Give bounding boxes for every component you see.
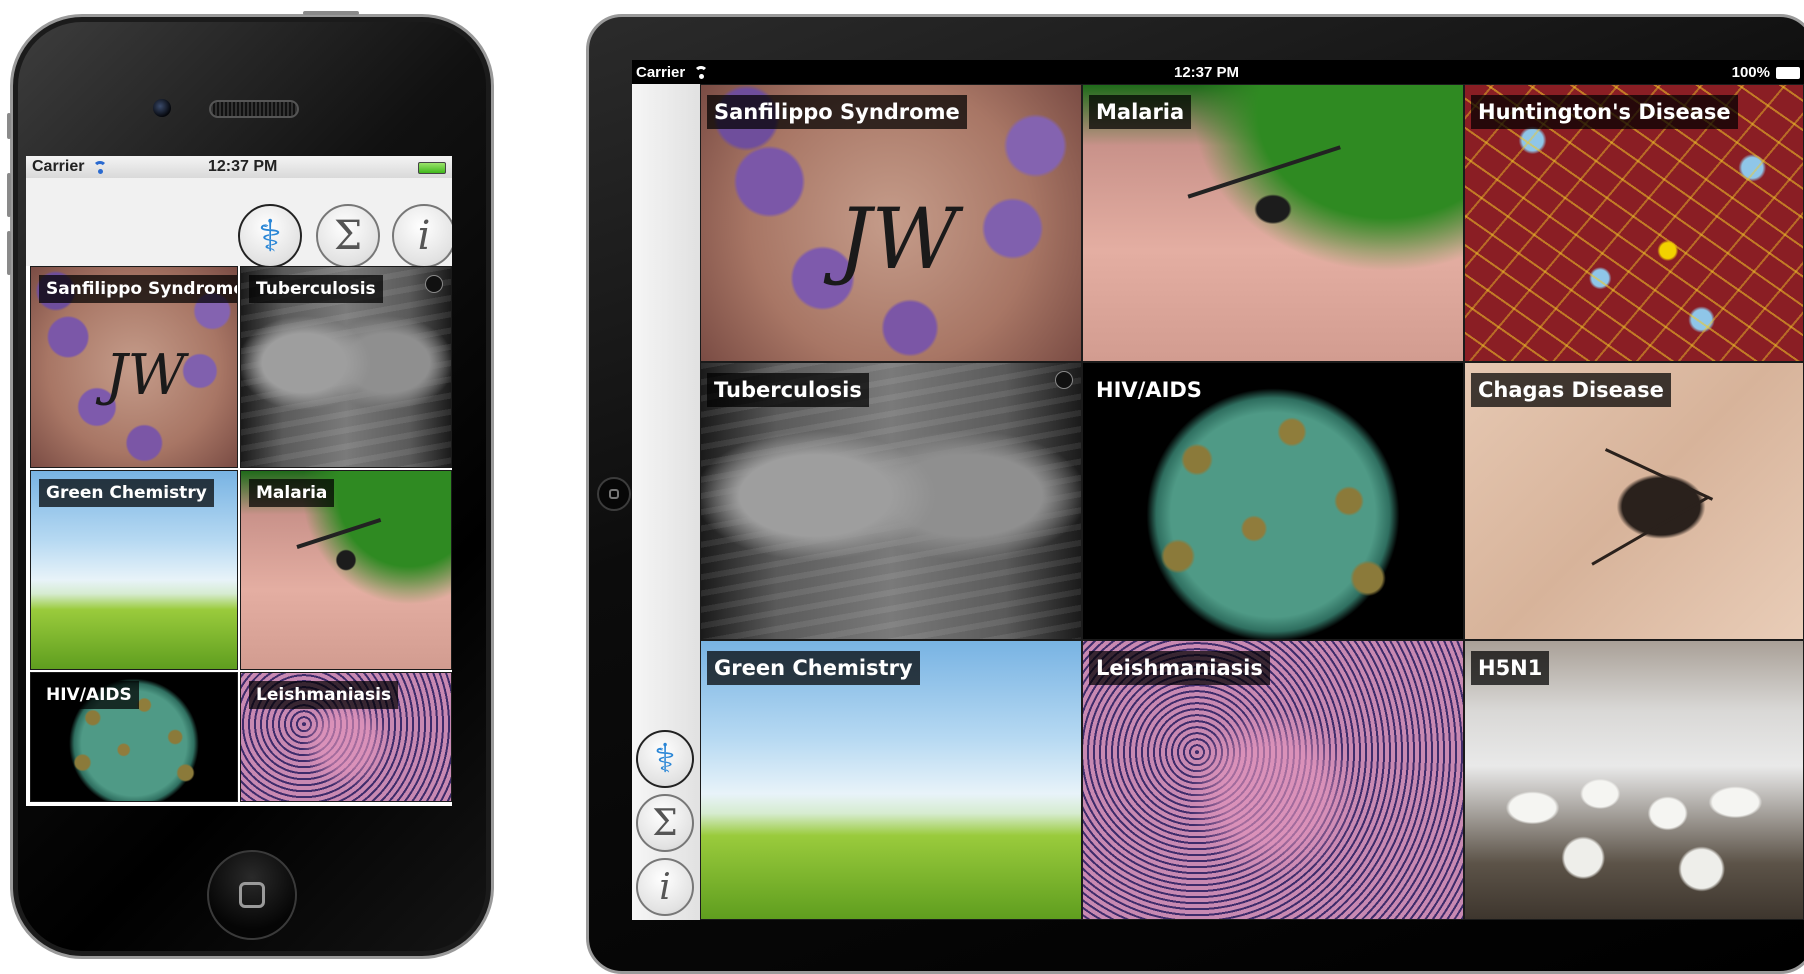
power-button [303,11,359,15]
volume-up-button [7,173,11,217]
sidebar: ⚕ Σ i [632,84,701,920]
info-icon[interactable]: i [392,204,452,268]
carrier-label: Carrier [636,63,686,81]
tile-label: HIV/AIDS [1089,373,1209,407]
bug-image [1591,494,1711,566]
home-button[interactable] [597,477,631,511]
tattoo-text: JW [105,343,186,408]
tile-label: Green Chemistry [707,651,920,685]
tile-leishmaniasis[interactable]: Leishmaniasis [240,672,452,802]
tile-label: Leishmaniasis [1089,651,1270,685]
toolbar: ⚕ Σ i [26,178,452,268]
tile-label: Green Chemistry [39,479,214,507]
mosquito-image [1187,145,1367,278]
status-bar: Carrier 12:37 PM [26,156,452,178]
battery-percent: 100% [1731,64,1770,81]
tile-malaria[interactable]: Malaria [240,470,452,670]
tile-tuberculosis[interactable]: Tuberculosis [240,266,452,468]
xray-marker-icon [425,275,443,293]
tile-label: Chagas Disease [1471,373,1671,407]
tile-chagas-disease[interactable]: Chagas Disease [1464,362,1804,640]
tile-hiv-aids[interactable]: HIV/AIDS [1082,362,1464,640]
volume-down-button [7,231,11,275]
tile-tuberculosis[interactable]: Tuberculosis [700,362,1082,640]
carrier-label: Carrier [32,158,85,175]
tile-label: Leishmaniasis [249,681,399,709]
tile-h5n1[interactable]: H5N1 [1464,640,1804,920]
medical-caduceus-icon[interactable]: ⚕ [238,204,302,268]
tile-label: Huntington's Disease [1471,95,1738,129]
status-bar: Carrier 12:37 PM 100% [632,60,1804,84]
sigma-icon[interactable]: Σ [636,794,694,852]
wifi-icon [693,64,709,80]
tattoo-text: JW [837,189,958,288]
tile-label: Tuberculosis [707,373,869,407]
mosquito-image [296,518,400,606]
tile-sanfilippo-syndrome[interactable]: JW Sanfilippo Syndrome [700,84,1082,362]
clock-label: 12:37 PM [1174,64,1240,81]
bug-image [1605,448,1714,502]
sigma-icon[interactable]: Σ [316,204,380,268]
home-button[interactable] [207,850,297,940]
tile-malaria[interactable]: Malaria [1082,84,1464,362]
earpiece-speaker [209,100,299,118]
tile-label: Sanfilippo Syndrome [39,275,237,303]
tile-leishmaniasis[interactable]: Leishmaniasis [1082,640,1464,920]
tile-label: H5N1 [1471,651,1550,685]
tile-label: HIV/AIDS [39,681,139,709]
battery-icon [1776,67,1800,79]
battery-icon [418,162,446,174]
xray-marker-icon [1055,371,1073,389]
front-camera [153,99,171,117]
tile-green-chemistry[interactable]: Green Chemistry [30,470,238,670]
info-icon[interactable]: i [636,858,694,916]
topic-grid: JW Sanfilippo Syndrome Malaria Huntingto… [700,84,1804,920]
wifi-icon [92,159,108,175]
phone-screen: Carrier 12:37 PM ⚕ Σ i JW Sanfilippo Syn… [26,156,452,806]
tile-sanfilippo-syndrome[interactable]: JW Sanfilippo Syndrome [30,266,238,468]
tile-huntingtons-disease[interactable]: Huntington's Disease [1464,84,1804,362]
medical-caduceus-icon[interactable]: ⚕ [636,730,694,788]
tablet-screen: Carrier 12:37 PM 100% ⚕ Σ i JW Sanfilipp… [632,60,1804,920]
tile-label: Sanfilippo Syndrome [707,95,967,129]
tile-label: Malaria [1089,95,1192,129]
clock-label: 12:37 PM [208,158,278,175]
mute-switch [7,113,11,139]
tile-label: Malaria [249,479,335,507]
tile-green-chemistry[interactable]: Green Chemistry [700,640,1082,920]
tile-hiv-aids[interactable]: HIV/AIDS [30,672,238,802]
tile-label: Tuberculosis [249,275,383,303]
